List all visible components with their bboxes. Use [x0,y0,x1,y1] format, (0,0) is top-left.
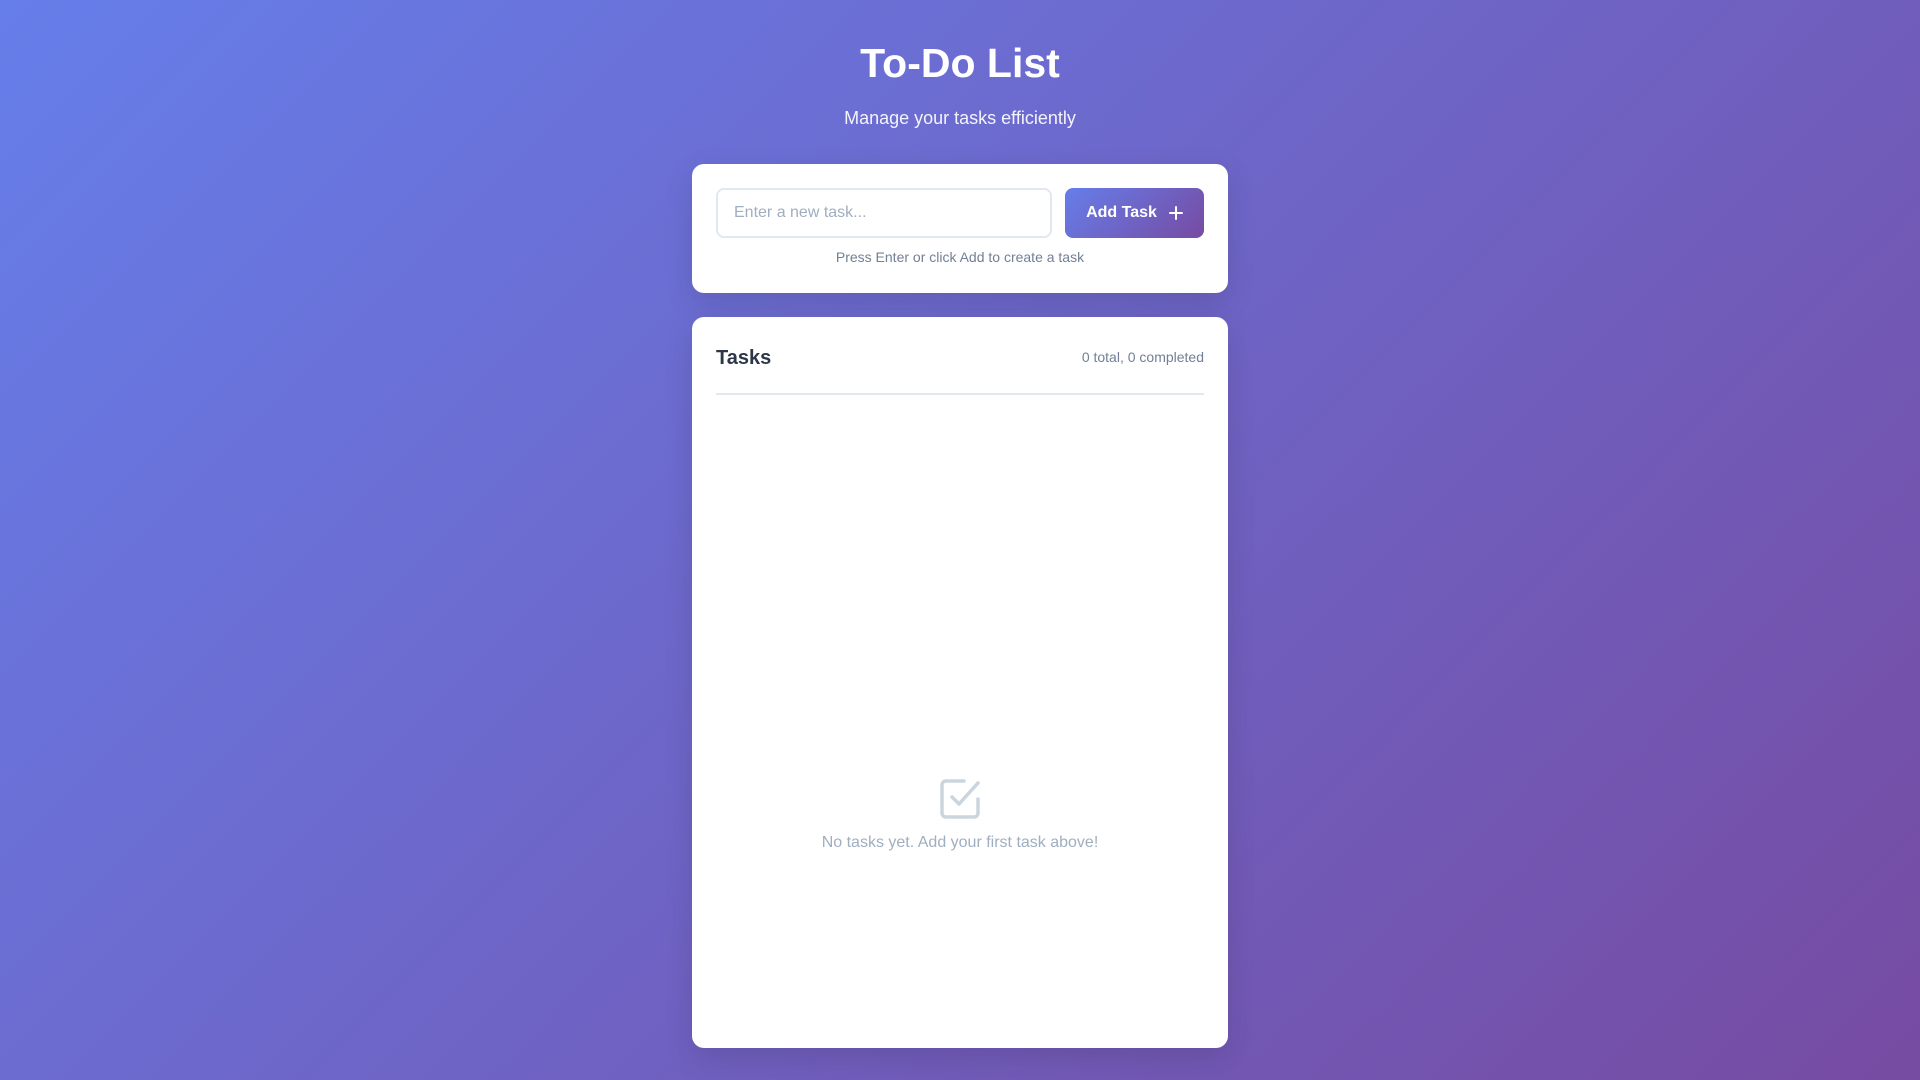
empty-state-text: No tasks yet. Add your first task above! [821,834,1099,851]
tasks-count: 0 total, 0 completed [1081,349,1204,365]
empty-state: No tasks yet. Add your first task above! [692,777,1228,853]
page-title: To-Do List [860,40,1060,86]
tasks-header: Tasks 0 total, 0 completed [716,341,1204,395]
new-task-input[interactable] [716,188,1052,238]
tasks-card: Tasks 0 total, 0 completed No tasks yet.… [692,317,1228,1048]
checkbox-check-icon [940,779,980,819]
add-task-button-label: Add Task [1086,204,1157,221]
input-hint: Press Enter or click Add to create a tas… [835,249,1085,265]
add-task-button[interactable]: Add Task [1065,188,1204,238]
page-subtitle: Manage your tasks efficiently [844,108,1076,128]
add-task-card: Add Task Press Enter or click Add to cre… [692,164,1228,293]
tasks-heading: Tasks [716,347,772,369]
plus-icon [1168,206,1183,220]
